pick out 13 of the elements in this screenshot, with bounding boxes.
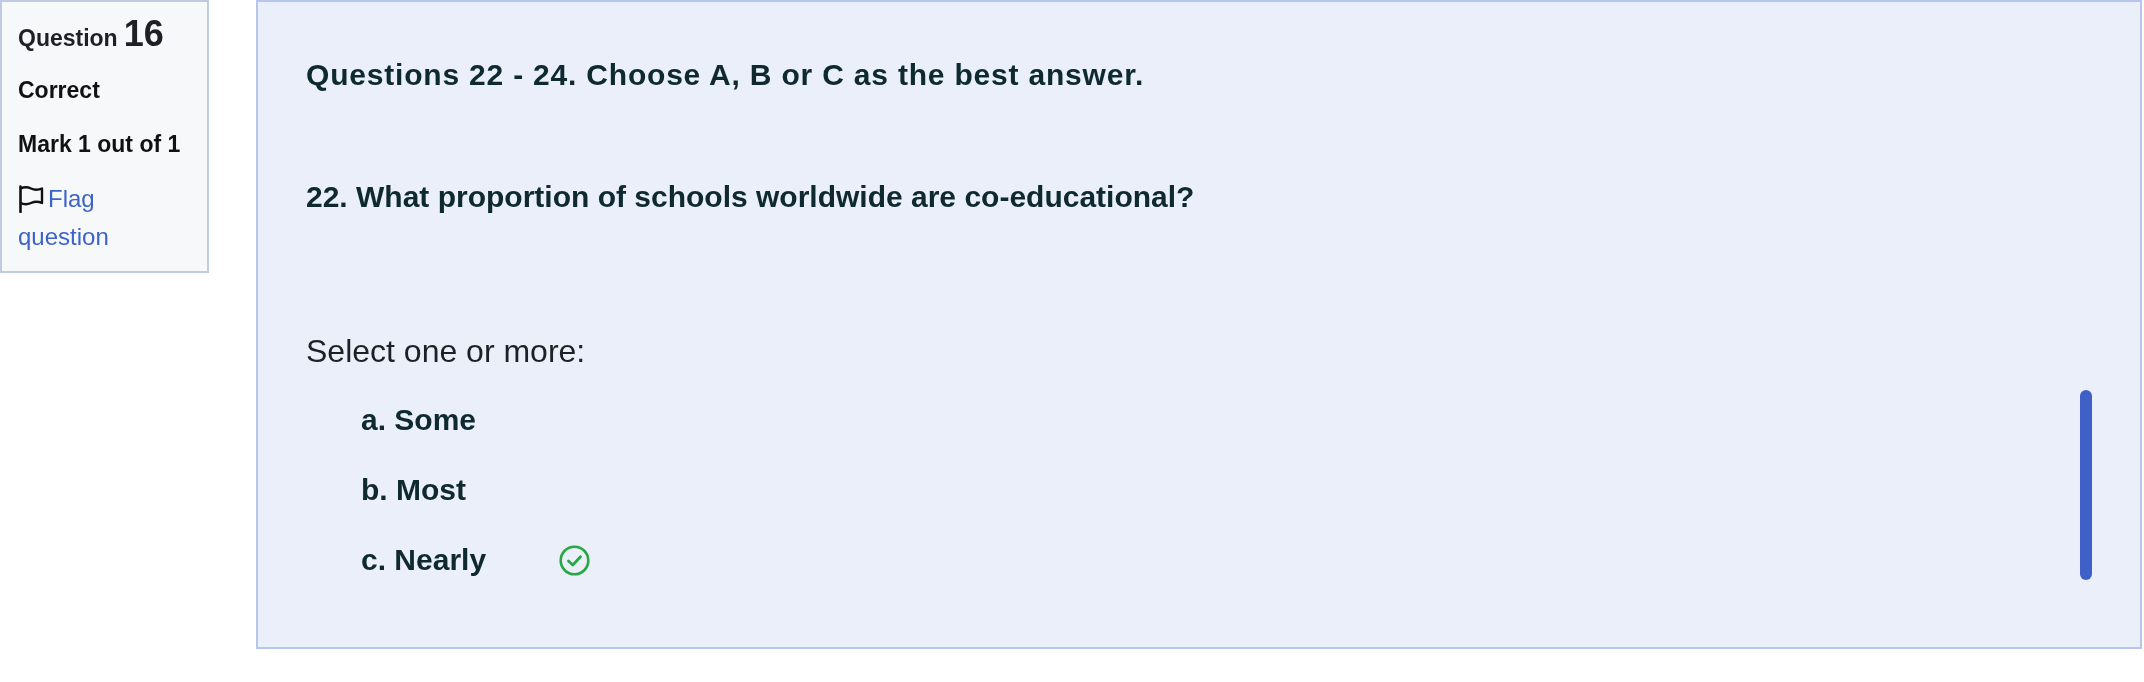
answer-option: b. Most (361, 471, 559, 509)
mark-text: Mark 1 out of 1 (18, 130, 182, 159)
scrollbar-thumb[interactable] (2080, 390, 2092, 580)
question-number: 16 (123, 14, 164, 54)
instructions-text: Questions 22 - 24. Choose A, B or C as the best answer. (306, 57, 1146, 93)
answer-option: c. Nearly (361, 541, 559, 579)
status-text: Correct (18, 76, 101, 105)
answer-option: a. Some (361, 401, 559, 439)
flag-icon (18, 185, 44, 213)
flag-question-link[interactable]: Flag question (18, 180, 189, 256)
question-prompt: 22. What proportion of schools worldwide are co-educational? (306, 179, 1196, 215)
question-label: Question (18, 24, 118, 53)
answer-hint: Select one or more: (306, 332, 587, 371)
